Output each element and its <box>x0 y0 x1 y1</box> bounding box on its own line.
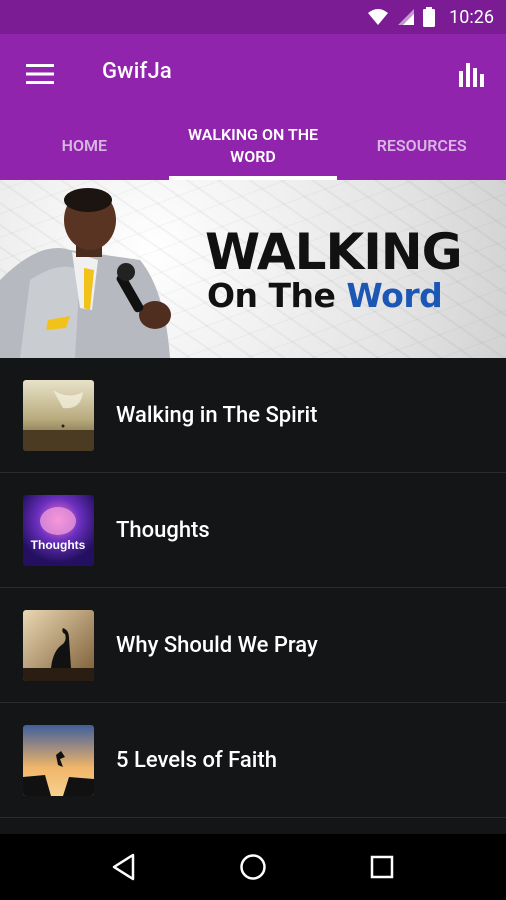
tab-resources[interactable]: RESOURCES <box>337 112 506 180</box>
recents-button[interactable] <box>352 837 412 897</box>
content-list: Walking in The Spirit Thoughts Thoughts <box>0 358 506 818</box>
system-nav-bar <box>0 834 506 900</box>
list-item-thoughts[interactable]: Thoughts Thoughts <box>0 473 506 588</box>
home-button[interactable] <box>223 837 283 897</box>
app-title: GwifJa <box>102 59 172 84</box>
back-icon <box>113 853 135 881</box>
item-label: Thoughts <box>116 518 210 543</box>
tab-home[interactable]: HOME <box>0 112 169 180</box>
item-label: 5 Levels of Faith <box>116 748 277 773</box>
battery-icon <box>423 7 436 27</box>
list-item-5-levels-of-faith[interactable]: 5 Levels of Faith <box>0 703 506 818</box>
hamburger-icon <box>26 64 54 84</box>
recents-icon <box>370 855 393 879</box>
faith-thumbnail <box>23 725 94 796</box>
pray-thumbnail <box>23 610 94 681</box>
banner-subtitle-b: Word <box>346 276 443 315</box>
item-label: Why Should We Pray <box>116 633 318 658</box>
banner-title: WALKING <box>205 223 463 281</box>
signal-icon <box>398 9 415 25</box>
status-time: 10:26 <box>449 6 494 28</box>
list-item-walking-in-the-spirit[interactable]: Walking in The Spirit <box>0 358 506 473</box>
banner-subtitle-a: On The <box>207 276 347 315</box>
banner-subtitle: On The Word <box>207 276 443 315</box>
app-bar: GwifJa <box>0 34 506 112</box>
bar-chart-icon <box>459 63 484 87</box>
item-label: Walking in The Spirit <box>116 403 318 428</box>
walking-thumbnail <box>23 380 94 451</box>
preacher-image <box>0 188 171 358</box>
back-button[interactable] <box>94 837 154 897</box>
menu-button[interactable] <box>18 56 62 92</box>
status-icons: 10:26 <box>367 0 494 34</box>
status-bar: 10:26 <box>0 0 506 34</box>
home-circle-icon <box>240 854 266 880</box>
wifi-icon <box>368 9 389 25</box>
thumb-text: Thoughts <box>31 538 86 552</box>
thoughts-thumbnail: Thoughts <box>23 495 94 566</box>
tab-walking-on-the-word[interactable]: WALKING ON THE WORD <box>168 112 338 180</box>
header-banner: WALKING On The Word <box>0 180 506 358</box>
stats-button[interactable] <box>450 52 494 96</box>
tab-bar: HOME WALKING ON THE WORD RESOURCES <box>0 112 506 180</box>
list-item-why-should-we-pray[interactable]: Why Should We Pray <box>0 588 506 703</box>
